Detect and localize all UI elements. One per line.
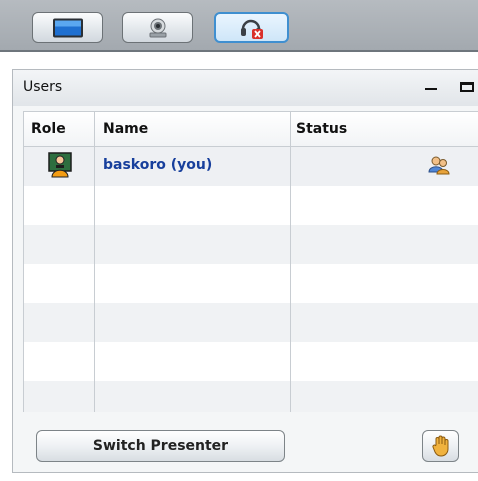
table-row bbox=[24, 186, 478, 225]
headset-muted-icon bbox=[240, 19, 263, 39]
webcam-icon bbox=[149, 18, 166, 37]
table-row bbox=[24, 303, 478, 342]
minimize-icon[interactable] bbox=[425, 88, 437, 90]
top-toolbar bbox=[0, 0, 478, 52]
users-panel-header: Users bbox=[13, 70, 478, 106]
table-row bbox=[24, 381, 478, 412]
column-divider bbox=[290, 112, 291, 412]
raise-hand-icon bbox=[431, 435, 448, 457]
presentation-window-button[interactable] bbox=[32, 12, 103, 43]
users-table-header: Role Name Status bbox=[24, 112, 478, 147]
user-name: baskoro (you) bbox=[103, 157, 213, 173]
maximize-icon[interactable] bbox=[460, 82, 474, 92]
users-status-icon bbox=[428, 156, 450, 175]
table-row bbox=[24, 225, 478, 264]
users-table: Role Name Status baskoro (you) bbox=[23, 111, 478, 412]
column-header-role[interactable]: Role bbox=[31, 121, 66, 137]
column-divider bbox=[94, 112, 95, 412]
table-row[interactable]: baskoro (you) bbox=[24, 147, 478, 186]
users-panel-title: Users bbox=[23, 79, 63, 95]
presenter-icon bbox=[48, 152, 72, 178]
column-header-status[interactable]: Status bbox=[296, 121, 347, 137]
column-header-name[interactable]: Name bbox=[103, 121, 148, 137]
table-row bbox=[24, 342, 478, 381]
switch-presenter-button[interactable]: Switch Presenter bbox=[36, 430, 285, 462]
users-panel: Users Role Name Status baskoro (you) Swi… bbox=[12, 69, 478, 473]
raise-hand-button[interactable] bbox=[422, 430, 459, 462]
webcam-button[interactable] bbox=[122, 12, 193, 43]
table-row bbox=[24, 264, 478, 303]
monitor-icon bbox=[52, 18, 83, 37]
audio-disabled-button[interactable] bbox=[214, 12, 289, 43]
